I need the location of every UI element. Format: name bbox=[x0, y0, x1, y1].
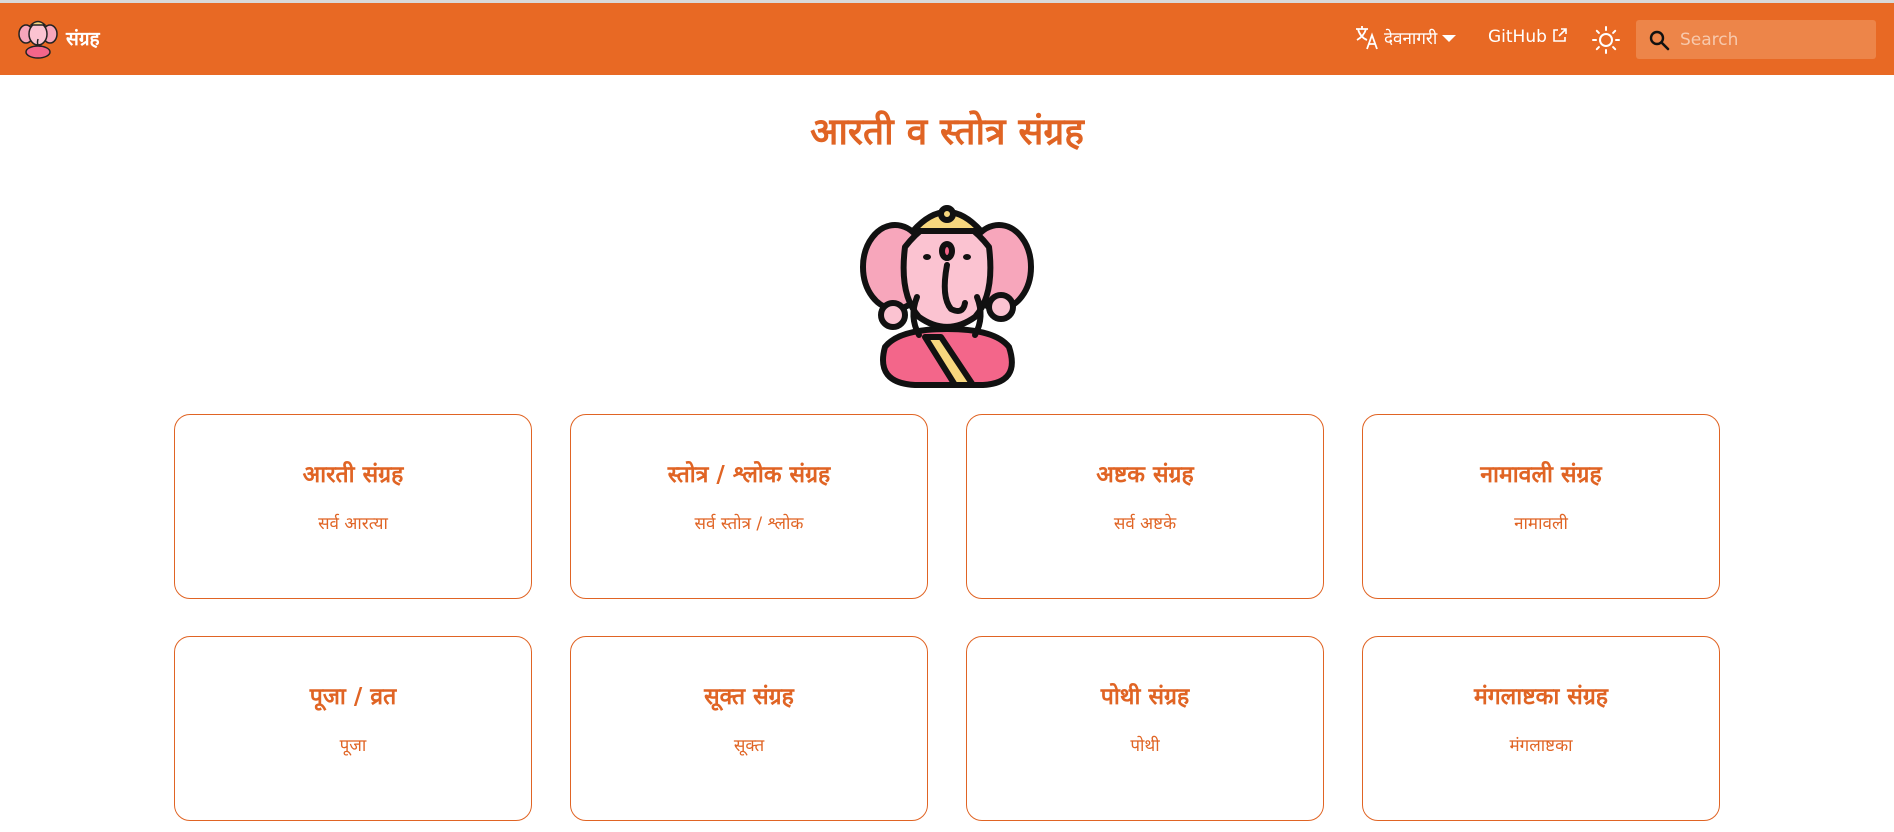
card-title: सूक्त संग्रह bbox=[704, 684, 794, 710]
card-ashtak-sangrah[interactable]: अष्टक संग्रह सर्व अष्टके bbox=[966, 414, 1324, 599]
external-link-icon bbox=[1553, 28, 1567, 42]
card-subtitle: मंगलाष्टका bbox=[1509, 736, 1573, 756]
card-title: पोथी संग्रह bbox=[1100, 684, 1190, 710]
brand-name: संग्रह bbox=[66, 28, 100, 50]
card-namavali-sangrah[interactable]: नामावली संग्रह नामावली bbox=[1362, 414, 1720, 599]
card-sukta-sangrah[interactable]: सूक्त संग्रह सूक्त bbox=[570, 636, 928, 821]
search-input[interactable] bbox=[1680, 29, 1870, 50]
card-pothi-sangrah[interactable]: पोथी संग्रह पोथी bbox=[966, 636, 1324, 821]
card-title: पूजा / व्रत bbox=[309, 684, 397, 710]
github-link[interactable]: GitHub bbox=[1488, 27, 1578, 47]
card-stotra-shlok-sangrah[interactable]: स्तोत्र / श्लोक संग्रह सर्व स्तोत्र / श्… bbox=[570, 414, 928, 599]
card-title: स्तोत्र / श्लोक संग्रह bbox=[667, 462, 831, 488]
github-label: GitHub bbox=[1488, 27, 1547, 47]
card-title: नामावली संग्रह bbox=[1480, 462, 1602, 488]
translate-icon bbox=[1356, 26, 1378, 50]
ganesha-logo-icon bbox=[18, 20, 58, 59]
card-title: मंगलाष्टका संग्रह bbox=[1473, 684, 1609, 710]
language-dropdown[interactable]: देवनागरी bbox=[1354, 23, 1484, 51]
card-subtitle: पूजा bbox=[339, 736, 367, 756]
ganesha-illustration-icon bbox=[860, 205, 1034, 388]
sun-icon[interactable] bbox=[1591, 25, 1621, 55]
card-subtitle: सर्व स्तोत्र / श्लोक bbox=[694, 514, 804, 534]
search-icon bbox=[1649, 30, 1670, 50]
top-navbar: संग्रह देवनागरी GitHub bbox=[0, 0, 1894, 75]
card-title: अष्टक संग्रह bbox=[1096, 462, 1194, 488]
card-pooja-vrat[interactable]: पूजा / व्रत पूजा bbox=[174, 636, 532, 821]
card-aarti-sangrah[interactable]: आरती संग्रह सर्व आरत्या bbox=[174, 414, 532, 599]
search-box[interactable] bbox=[1636, 20, 1876, 59]
card-subtitle: पोथी bbox=[1130, 736, 1160, 756]
card-title: आरती संग्रह bbox=[302, 462, 404, 488]
card-subtitle: नामावली bbox=[1514, 514, 1568, 534]
card-subtitle: सर्व अष्टके bbox=[1113, 514, 1177, 534]
language-label: देवनागरी bbox=[1384, 28, 1438, 49]
card-subtitle: सूक्त bbox=[733, 736, 765, 756]
chevron-down-icon bbox=[1442, 35, 1457, 42]
card-subtitle: सर्व आरत्या bbox=[318, 514, 388, 534]
page-title: आरती व स्तोत्र संग्रह bbox=[810, 110, 1084, 153]
brand-link[interactable]: संग्रह bbox=[18, 17, 100, 59]
card-mangalashtaka-sangrah[interactable]: मंगलाष्टका संग्रह मंगलाष्टका bbox=[1362, 636, 1720, 821]
